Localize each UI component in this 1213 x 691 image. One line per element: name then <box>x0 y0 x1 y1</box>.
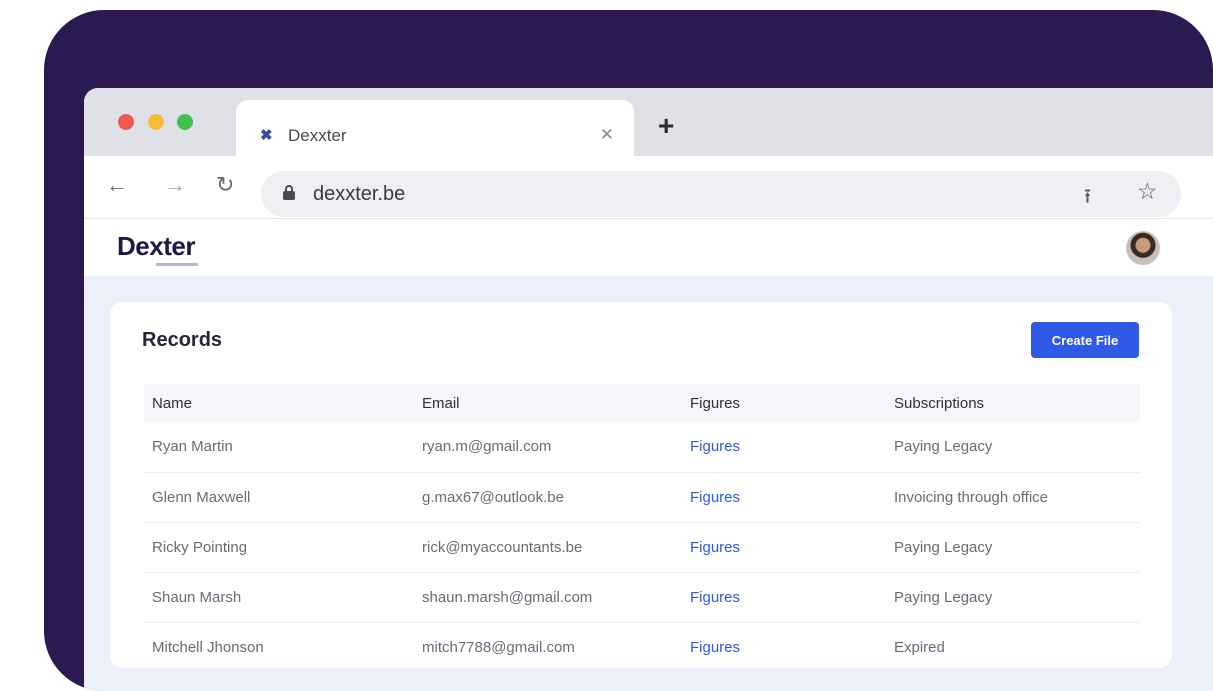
column-header-figures: Figures <box>690 394 741 412</box>
tab-dexxter[interactable]: ✖ Dexxter ✕ <box>236 100 634 158</box>
logo-tagline <box>156 263 198 266</box>
reload-icon[interactable]: ↻ <box>216 174 234 196</box>
cell-name: Glenn Maxwell <box>144 472 414 523</box>
url-text: dexxter.be <box>313 183 406 205</box>
column-header-subscriptions: Subscriptions <box>894 394 985 412</box>
minimize-window-button[interactable] <box>148 114 164 130</box>
maximize-window-button[interactable] <box>177 114 193 130</box>
tab-strip: ✖ Dexxter ✕ + <box>84 88 1213 158</box>
new-tab-icon[interactable]: + <box>658 112 674 140</box>
cell-subscription: Expired <box>894 638 945 656</box>
figures-link[interactable]: Figures <box>682 522 886 573</box>
address-bar[interactable]: dexxter.be <box>261 171 1181 217</box>
figures-link[interactable]: Figures <box>682 472 886 523</box>
forward-icon[interactable]: → <box>164 174 186 196</box>
figures-link[interactable]: Figures <box>682 622 886 672</box>
cell-email: rick@myaccountants.be <box>414 522 682 573</box>
column-header-email: Email <box>422 394 460 412</box>
avatar[interactable] <box>1126 231 1160 265</box>
cell-email: mitch7788@gmail.com <box>422 638 575 656</box>
table-row[interactable]: Mitchell Jhonson mitch7788@gmail.com Fig… <box>144 622 1140 672</box>
column-header-name: Name <box>152 394 193 412</box>
cell-name: Ricky Pointing <box>144 522 414 573</box>
table-row[interactable]: Ricky Pointing rick@myaccountants.be Fig… <box>144 522 1140 573</box>
tab-title: Dexxter <box>288 126 347 145</box>
device-frame: ✖ Dexxter ✕ + ← → ↻ dexxter.be ⭱ ☆ Dexte… <box>44 10 1213 691</box>
table-row[interactable]: Ryan Martin ryan.m@gmail.com Figures Pay… <box>144 422 1140 473</box>
browser-window: ✖ Dexxter ✕ + ← → ↻ dexxter.be ⭱ ☆ Dexte… <box>84 88 1213 691</box>
cell-subscription: Paying Legacy <box>886 422 1140 473</box>
app-area: Dexter Records Create File Name Email Fi… <box>84 218 1213 691</box>
browser-toolbar: ← → ↻ dexxter.be ⭱ ☆ <box>84 156 1213 218</box>
figures-link[interactable]: Figures <box>682 422 886 473</box>
table-row[interactable]: Shaun Marsh shaun.marsh@gmail.com Figure… <box>144 572 1140 623</box>
cell-email: g.max67@outlook.be <box>414 472 682 523</box>
dexter-logo[interactable]: Dexter <box>117 231 195 262</box>
lock-icon <box>283 185 295 201</box>
share-icon[interactable]: ⭱ <box>1084 182 1091 216</box>
app-header: Dexter <box>84 218 1213 276</box>
dexxter-favicon-icon: ✖ <box>260 127 273 144</box>
create-file-button[interactable]: Create File <box>1031 322 1139 358</box>
figures-link[interactable]: Figures <box>682 572 886 623</box>
table-header-row: Name Email Figures Subscriptions <box>144 384 1140 422</box>
page-title: Records <box>142 329 223 351</box>
cell-name: Mitchell Jhonson <box>152 638 264 656</box>
records-table: Name Email Figures Subscriptions Ryan Ma… <box>144 384 1140 672</box>
records-card: Records Create File Name Email Figures S… <box>110 302 1172 668</box>
cell-email: ryan.m@gmail.com <box>414 422 682 473</box>
back-icon[interactable]: ← <box>106 174 128 196</box>
cell-name: Ryan Martin <box>144 422 414 473</box>
cell-subscription: Paying Legacy <box>886 572 1140 623</box>
cell-email: shaun.marsh@gmail.com <box>414 572 682 623</box>
bookmark-star-icon[interactable]: ☆ <box>1137 178 1158 205</box>
close-window-button[interactable] <box>118 114 134 130</box>
cell-name: Shaun Marsh <box>144 572 414 623</box>
close-tab-icon[interactable]: ✕ <box>600 125 614 145</box>
cell-subscription: Paying Legacy <box>886 522 1140 573</box>
cell-subscription: Invoicing through office <box>886 472 1140 523</box>
table-row[interactable]: Glenn Maxwell g.max67@outlook.be Figures… <box>144 472 1140 523</box>
